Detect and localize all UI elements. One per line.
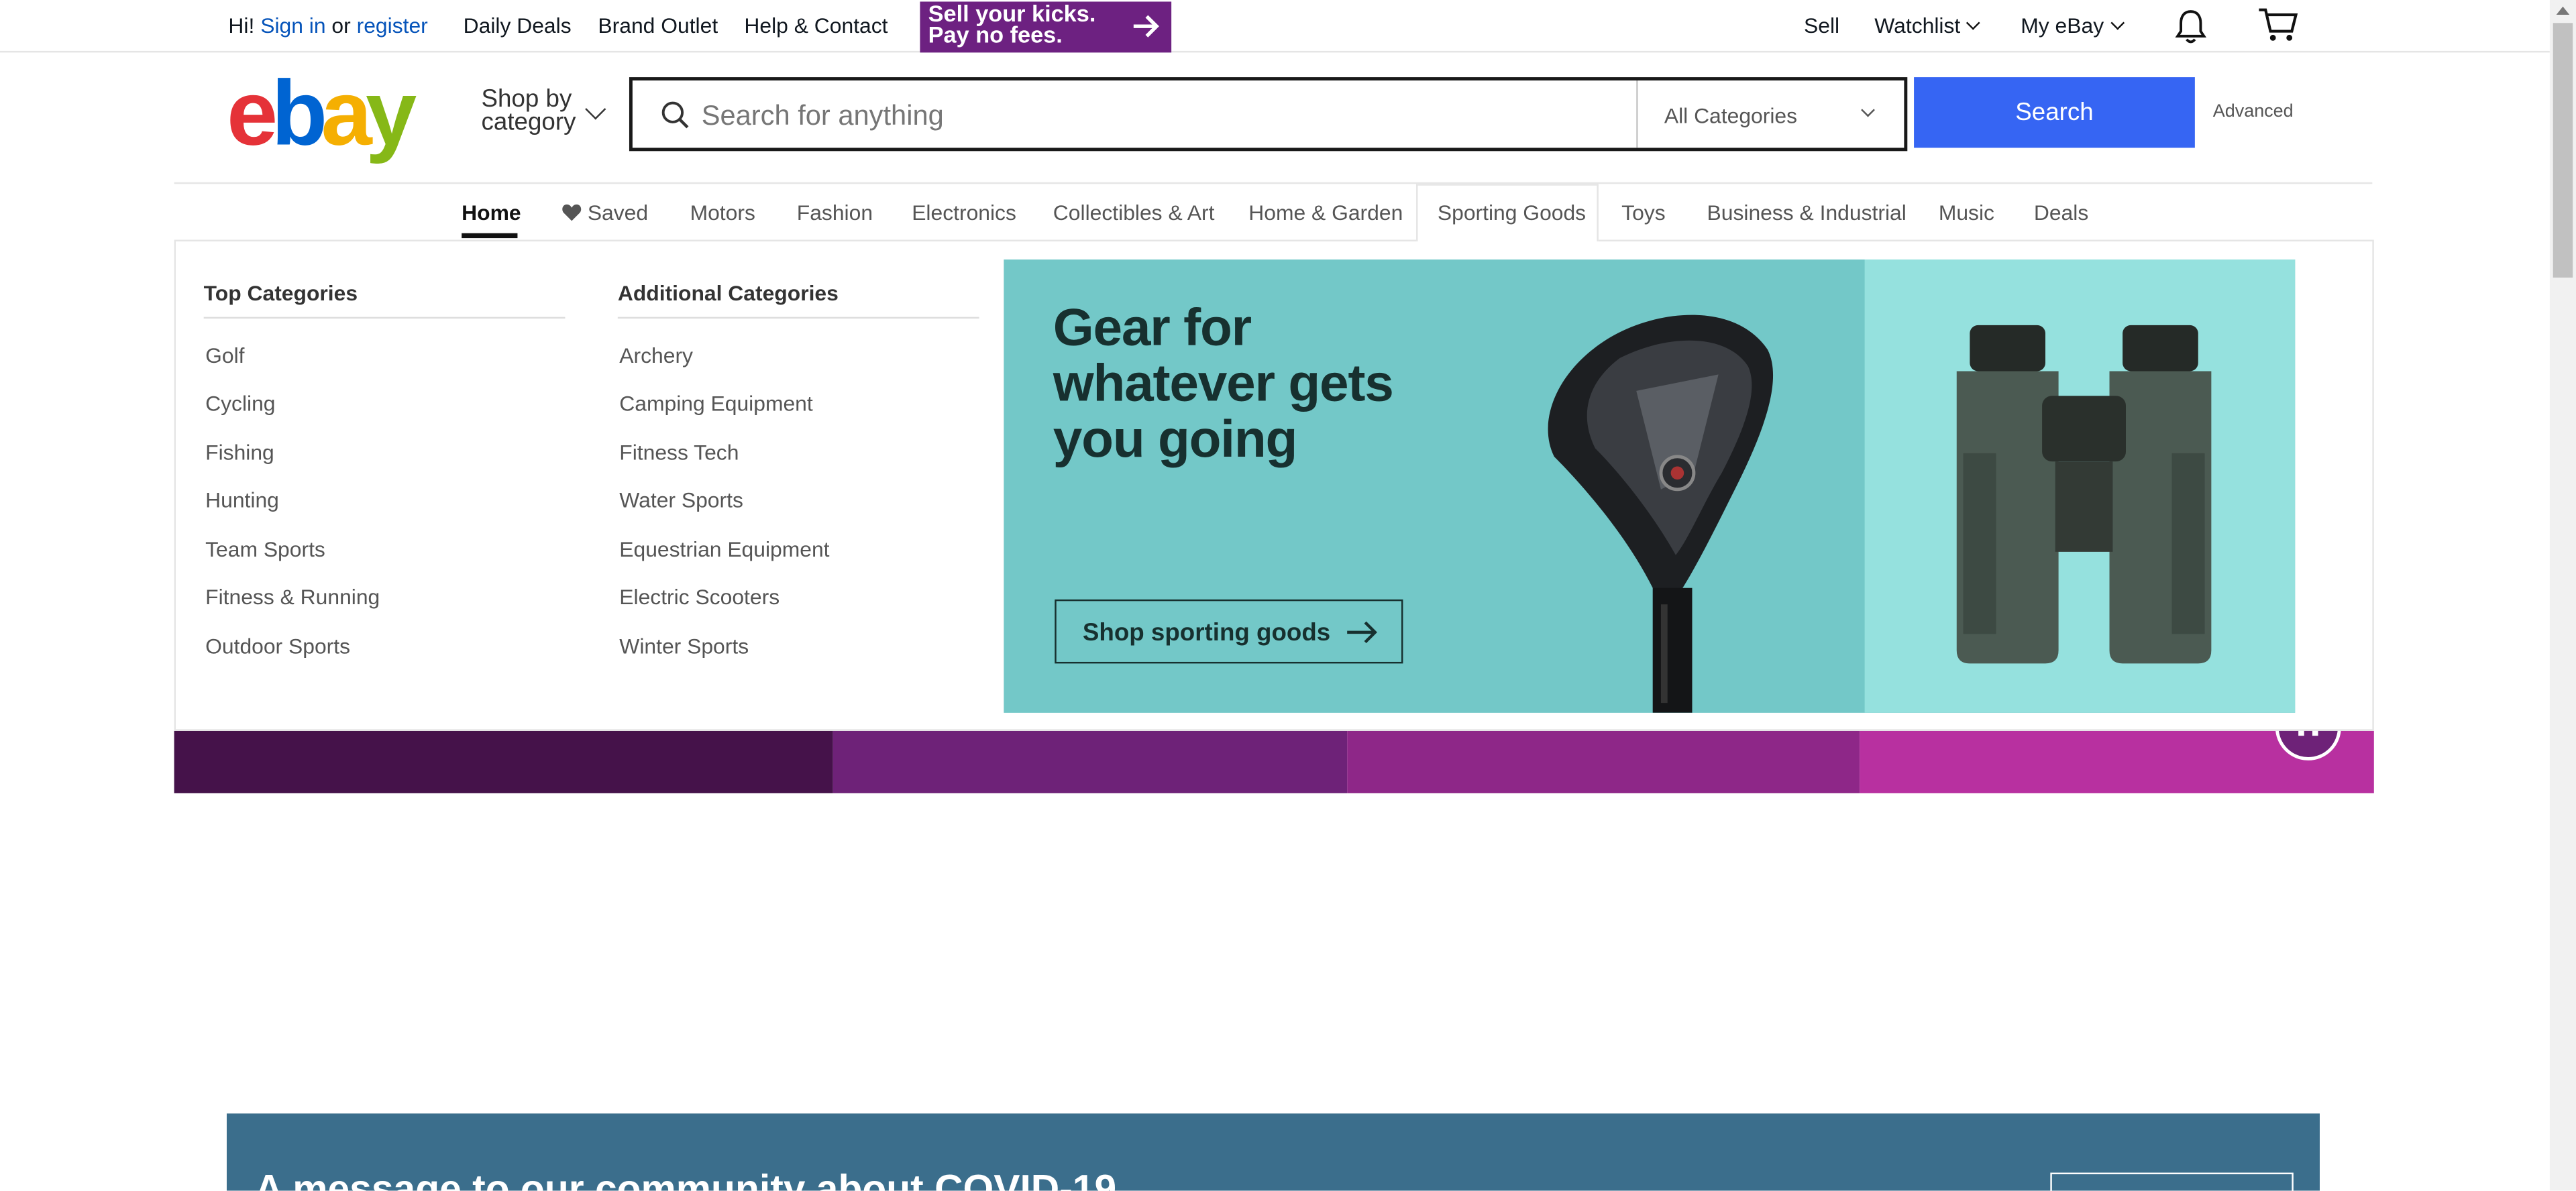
advanced-search-link[interactable]: Advanced — [2213, 102, 2294, 121]
divider — [174, 182, 2373, 184]
nav-collectibles-art[interactable]: Collectibles & Art — [1053, 201, 1215, 225]
help-contact-link[interactable]: Help & Contact — [744, 13, 888, 38]
category-link[interactable]: Winter Sports — [619, 634, 749, 659]
brand-outlet-link[interactable]: Brand Outlet — [598, 13, 718, 38]
golf-club-image — [1548, 315, 1774, 713]
category-link[interactable]: Golf — [205, 343, 244, 368]
category-link[interactable]: Fitness & Running — [205, 585, 380, 610]
category-link[interactable]: Outdoor Sports — [205, 634, 350, 659]
nav-electronics[interactable]: Electronics — [912, 201, 1016, 225]
binoculars-image — [1956, 325, 2212, 664]
category-link[interactable]: Hunting — [205, 488, 279, 512]
promo-text: Sell your kicks. Pay no fees. — [928, 1, 1096, 48]
nav-toys[interactable]: Toys — [1621, 201, 1665, 225]
chevron-down-icon — [1966, 15, 1981, 30]
category-link[interactable]: Team Sports — [205, 537, 325, 562]
nav-saved-label: Saved — [587, 200, 649, 225]
scrollbar-thumb[interactable] — [2553, 23, 2573, 278]
nav-saved[interactable]: Saved — [562, 200, 649, 225]
or-text: or — [331, 13, 351, 38]
search-bar: Search for anything All Categories — [629, 77, 1908, 152]
divider — [203, 317, 566, 319]
chevron-down-icon — [585, 99, 606, 120]
banner-line-2: whatever gets — [1053, 353, 1394, 412]
my-ebay-label: My eBay — [2021, 13, 2104, 38]
daily-deals-link[interactable]: Daily Deals — [464, 13, 572, 38]
banner-line-3: you going — [1053, 408, 1298, 468]
category-link[interactable]: Fishing — [205, 440, 274, 465]
scroll-up-icon[interactable] — [2556, 6, 2570, 15]
promo-line-2: Pay no fees. — [928, 21, 1063, 48]
sign-in-link[interactable]: Sign in — [260, 13, 325, 38]
category-select[interactable]: All Categories — [1636, 80, 1906, 148]
my-ebay-menu[interactable]: My eBay — [2021, 13, 2125, 38]
nav-motors[interactable]: Motors — [690, 201, 755, 225]
category-link[interactable]: Archery — [619, 343, 693, 368]
nav-music[interactable]: Music — [1939, 201, 1994, 225]
category-select-value: All Categories — [1664, 103, 1798, 129]
nav-deals[interactable]: Deals — [2034, 201, 2088, 225]
nav-sporting-goods[interactable]: Sporting Goods — [1438, 201, 1586, 225]
greeting: Hi! Sign in or register — [228, 13, 427, 38]
additional-categories-heading: Additional Categories — [617, 280, 839, 306]
covid-learn-more-button[interactable] — [2050, 1172, 2294, 1191]
chevron-down-icon — [1861, 103, 1875, 117]
shop-by-category-button[interactable]: Shop by category — [481, 87, 576, 137]
hero-strip — [174, 711, 2374, 793]
arrow-right-icon — [1347, 621, 1377, 644]
sell-link[interactable]: Sell — [1804, 13, 1839, 38]
chevron-down-icon — [2110, 15, 2125, 30]
sell-kicks-promo[interactable]: Sell your kicks. Pay no fees. — [920, 1, 1172, 53]
heart-icon — [562, 204, 582, 221]
page-scrollbar[interactable] — [2549, 0, 2576, 1191]
category-link[interactable]: Water Sports — [619, 488, 743, 512]
bell-icon[interactable] — [2174, 8, 2208, 44]
active-tab-underline — [462, 233, 518, 239]
nav-fashion[interactable]: Fashion — [797, 201, 873, 225]
watchlist-menu[interactable]: Watchlist — [1874, 13, 1981, 38]
category-link[interactable]: Electric Scooters — [619, 585, 780, 610]
covid-message-band: A message to our community about COVID-1… — [226, 1113, 2320, 1191]
arrow-right-icon — [1133, 15, 1159, 38]
register-link[interactable]: register — [357, 13, 428, 38]
shop-sporting-goods-button[interactable]: Shop sporting goods — [1055, 599, 1403, 664]
search-icon — [661, 101, 689, 129]
category-link[interactable]: Fitness Tech — [619, 440, 739, 465]
nav-home-garden[interactable]: Home & Garden — [1248, 201, 1403, 225]
divider — [617, 317, 979, 319]
banner-headline: Gear for whatever gets you going — [1053, 297, 1394, 468]
category-link[interactable]: Cycling — [205, 391, 275, 416]
covid-title: A message to our community about COVID-1… — [254, 1168, 1117, 1191]
greeting-text: Hi! — [228, 13, 255, 38]
search-button[interactable]: Search — [1914, 77, 2195, 148]
nav-home[interactable]: Home — [462, 201, 521, 225]
shop-by-line-2: category — [481, 108, 576, 137]
search-input[interactable]: Search for anything — [702, 100, 944, 133]
ebay-logo[interactable]: ebay — [227, 66, 417, 158]
banner-line-1: Gear for — [1053, 297, 1252, 357]
top-bar: Hi! Sign in or register Daily Deals Bran… — [0, 0, 2550, 53]
top-categories-heading: Top Categories — [203, 280, 358, 306]
cta-label: Shop sporting goods — [1082, 619, 1331, 647]
category-link[interactable]: Equestrian Equipment — [619, 537, 829, 562]
cart-icon[interactable] — [2257, 7, 2298, 43]
sporting-goods-banner[interactable]: Gear for whatever gets you going Shop sp… — [1004, 259, 2296, 713]
nav-business-industrial[interactable]: Business & Industrial — [1707, 201, 1907, 225]
watchlist-label: Watchlist — [1874, 13, 1961, 38]
category-link[interactable]: Camping Equipment — [619, 391, 812, 416]
